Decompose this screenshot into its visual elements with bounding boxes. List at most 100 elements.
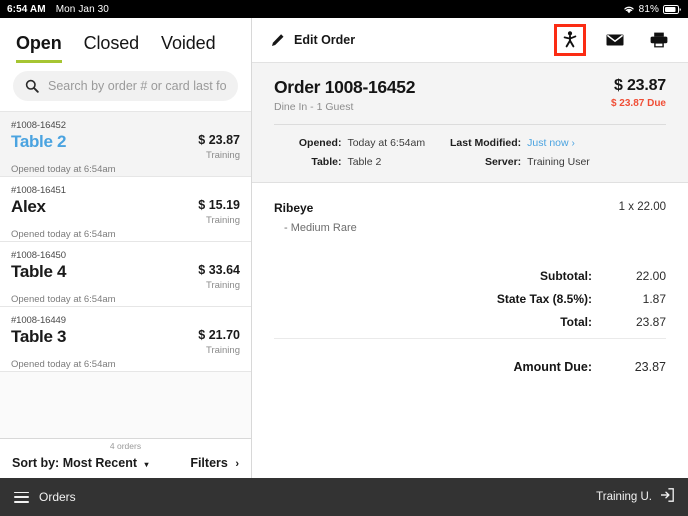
orders-panel: Open Closed Voided #1008-16 bbox=[0, 18, 252, 478]
main-content: Open Closed Voided #1008-16 bbox=[0, 18, 688, 478]
order-number: #1008-16450 bbox=[11, 250, 66, 261]
user-logout-button[interactable]: Training U. bbox=[596, 487, 674, 507]
order-title: Alex bbox=[11, 197, 46, 216]
order-list-item[interactable]: #1008-16449 Table 3 $ 21.70 Training Ope… bbox=[0, 307, 251, 372]
order-totals: Subtotal: 22.00 State Tax (8.5%): 1.87 T… bbox=[274, 269, 666, 374]
order-amount: $ 33.64 bbox=[198, 263, 240, 277]
orders-menu-button[interactable]: Orders bbox=[14, 490, 76, 504]
order-row-right: $ 15.19 Training bbox=[198, 197, 240, 226]
user-label: Training U. bbox=[596, 491, 652, 503]
chevron-down-icon: ▾ bbox=[144, 460, 149, 469]
order-list-item[interactable]: #1008-16452 Table 2 $ 23.87 Training Ope… bbox=[0, 112, 251, 177]
status-bar-right: 81% bbox=[623, 4, 681, 15]
order-list-item[interactable]: #1008-16450 Table 4 $ 33.64 Training Ope… bbox=[0, 242, 251, 307]
hamburger-icon bbox=[14, 491, 29, 503]
chevron-right-icon: › bbox=[235, 458, 239, 470]
edit-order-button[interactable]: Edit Order bbox=[270, 33, 355, 48]
sort-by-button[interactable]: Sort by: Most Recent ▾ bbox=[12, 456, 149, 470]
order-detail-toolbar: Edit Order bbox=[252, 18, 688, 63]
order-meta-column-right: Last Modified: Just now › Server: Traini… bbox=[450, 134, 590, 172]
search-input[interactable] bbox=[48, 79, 226, 93]
order-title: Table 2 bbox=[11, 132, 67, 151]
order-row-right: $ 33.64 Training bbox=[198, 262, 240, 291]
orders-menu-label: Orders bbox=[39, 490, 76, 504]
status-bar-time: 6:54 AM bbox=[7, 3, 46, 15]
last-modified-link[interactable]: Just now › bbox=[527, 134, 590, 153]
transfer-person-icon[interactable] bbox=[554, 24, 586, 56]
amount-due-value: 23.87 bbox=[634, 360, 666, 374]
order-row-main: Table 3 $ 21.70 Training bbox=[11, 327, 240, 356]
logout-icon bbox=[660, 487, 674, 507]
order-meta-column-left: Opened: Today at 6:54am Table: Table 2 bbox=[274, 134, 450, 172]
tax-value: 1.87 bbox=[642, 292, 666, 306]
total-label: Total: bbox=[560, 315, 592, 329]
printer-icon[interactable] bbox=[644, 25, 674, 55]
subtotal-value: 22.00 bbox=[635, 269, 666, 283]
tab-voided[interactable]: Voided bbox=[161, 33, 216, 63]
status-bar: 6:54 AM Mon Jan 30 81% bbox=[0, 0, 688, 18]
orders-list[interactable]: #1008-16452 Table 2 $ 23.87 Training Ope… bbox=[0, 111, 251, 438]
filters-button[interactable]: Filters › bbox=[190, 456, 239, 470]
order-amount: $ 23.87 bbox=[198, 133, 240, 147]
order-detail-panel: Edit Order Order 1008-16452 Dine In - 1 … bbox=[252, 18, 688, 478]
amount-due-label: Amount Due: bbox=[513, 360, 592, 374]
last-modified-label: Last Modified: bbox=[450, 137, 522, 149]
order-list-item[interactable]: #1008-16451 Alex $ 15.19 Training Opened… bbox=[0, 177, 251, 242]
order-opened-text: Opened today at 6:54am bbox=[11, 294, 116, 305]
amount-due-row: Amount Due: 23.87 bbox=[274, 360, 666, 374]
search-icon bbox=[25, 79, 39, 93]
order-subtitle: Dine In - 1 Guest bbox=[274, 101, 354, 113]
header-divider bbox=[274, 124, 666, 125]
tab-open[interactable]: Open bbox=[16, 33, 62, 63]
order-line-item[interactable]: Ribeye 1 x 22.00 bbox=[274, 201, 666, 215]
wifi-icon bbox=[623, 4, 635, 14]
battery-icon bbox=[663, 4, 681, 14]
item-qty-price: 1 x 22.00 bbox=[618, 201, 666, 213]
order-status-tabs: Open Closed Voided bbox=[0, 18, 251, 63]
total-value: 23.87 bbox=[635, 315, 666, 329]
app-root: 6:54 AM Mon Jan 30 81% Open Closed Voide… bbox=[0, 0, 688, 516]
totals-divider bbox=[274, 338, 666, 339]
order-badge: Training bbox=[206, 215, 240, 226]
order-title: Table 3 bbox=[11, 327, 67, 346]
order-due-amount: $ 23.87 Due bbox=[610, 98, 666, 109]
order-items-section: Ribeye 1 x 22.00 - Medium Rare Subtotal:… bbox=[252, 183, 688, 478]
tab-closed[interactable]: Closed bbox=[84, 33, 140, 63]
item-name: Ribeye bbox=[274, 201, 314, 215]
orders-list-footer: 4 orders Sort by: Most Recent ▾ Filters … bbox=[0, 438, 251, 478]
order-row-main: Table 4 $ 33.64 Training bbox=[11, 262, 240, 291]
last-modified-value: Just now bbox=[527, 137, 569, 149]
edit-order-label: Edit Order bbox=[294, 33, 356, 47]
totals-row: State Tax (8.5%): 1.87 bbox=[274, 292, 666, 306]
order-opened-text: Opened today at 6:54am bbox=[11, 164, 116, 175]
search-box[interactable] bbox=[13, 71, 238, 101]
server-value: Training User bbox=[527, 156, 590, 168]
order-total-amount: $ 23.87 bbox=[614, 77, 666, 94]
sort-by-label: Sort by: Most Recent bbox=[12, 456, 138, 470]
table-label: Table: bbox=[311, 156, 342, 168]
totals-row: Subtotal: 22.00 bbox=[274, 269, 666, 283]
order-total-block: $ 23.87 $ 23.87 Due bbox=[611, 77, 666, 109]
page-title: Order 1008-16452 bbox=[274, 77, 416, 97]
envelope-icon[interactable] bbox=[600, 25, 630, 55]
order-row-right: $ 23.87 Training bbox=[198, 132, 240, 161]
status-bar-left: 6:54 AM Mon Jan 30 bbox=[7, 4, 109, 15]
orders-count-label: 4 orders bbox=[109, 441, 142, 451]
order-summary-top: Order 1008-16452 Dine In - 1 Guest $ 23.… bbox=[274, 77, 666, 113]
order-opened-text: Opened today at 6:54am bbox=[11, 229, 116, 240]
tax-label: State Tax (8.5%): bbox=[496, 292, 592, 306]
order-amount: $ 21.70 bbox=[198, 328, 240, 342]
order-title: Table 4 bbox=[11, 262, 67, 281]
order-meta-grid: Opened: Today at 6:54am Table: Table 2 L… bbox=[274, 134, 666, 172]
order-opened-text: Opened today at 6:54am bbox=[11, 359, 116, 370]
order-number: #1008-16449 bbox=[11, 315, 66, 326]
server-label: Server: bbox=[484, 156, 522, 168]
search-container bbox=[0, 63, 251, 111]
order-title-block: Order 1008-16452 Dine In - 1 Guest bbox=[274, 77, 415, 113]
order-badge: Training bbox=[206, 345, 240, 356]
filters-label: Filters bbox=[190, 456, 228, 470]
totals-row: Total: 23.87 bbox=[274, 315, 666, 329]
chevron-right-icon: › bbox=[571, 138, 575, 149]
battery-percent-label: 81% bbox=[638, 3, 659, 15]
order-row-right: $ 21.70 Training bbox=[198, 327, 240, 356]
